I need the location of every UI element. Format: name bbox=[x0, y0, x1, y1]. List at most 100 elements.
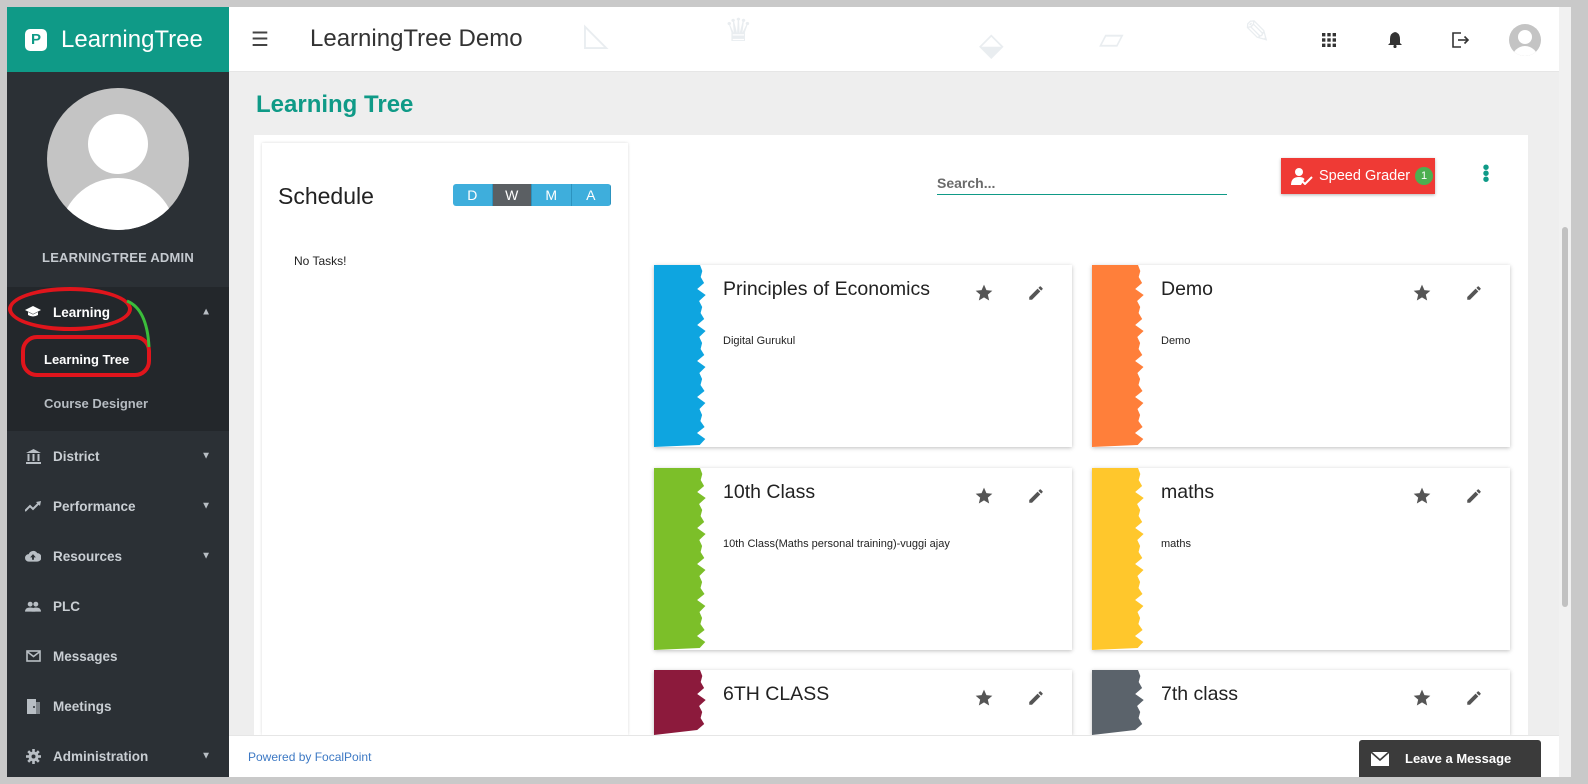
user-check-icon bbox=[1291, 168, 1313, 185]
edit-icon[interactable] bbox=[1024, 686, 1048, 710]
scrollbar-thumb[interactable] bbox=[1562, 227, 1568, 607]
course-card[interactable]: 10th Class 10th Class(Maths personal trai… bbox=[654, 468, 1072, 650]
view-day-button[interactable]: D bbox=[453, 184, 493, 206]
course-color-strip bbox=[654, 265, 708, 447]
speed-grader-count-badge: 1 bbox=[1415, 167, 1434, 185]
speed-grader-label: Speed Grader bbox=[1319, 168, 1411, 184]
more-options-icon[interactable]: • • • bbox=[1481, 158, 1491, 190]
edit-icon[interactable] bbox=[1462, 484, 1486, 508]
bell-icon[interactable] bbox=[1381, 26, 1409, 54]
sidebar-item-label: Resources bbox=[53, 548, 123, 564]
course-card[interactable]: Demo Demo bbox=[1092, 265, 1510, 447]
course-card[interactable]: 7th class bbox=[1092, 670, 1510, 735]
leave-message-button[interactable]: Leave a Message bbox=[1359, 740, 1541, 777]
sidebar-item-label: District bbox=[53, 448, 100, 464]
sidebar-item-district[interactable]: District ▼ bbox=[7, 431, 229, 481]
gear-icon bbox=[25, 748, 41, 764]
view-week-button[interactable]: W bbox=[492, 184, 532, 206]
page-title: Learning Tree bbox=[256, 91, 414, 118]
graduation-cap-decoration: ⬙ bbox=[979, 26, 1004, 62]
course-name: Demo bbox=[1161, 278, 1214, 300]
course-color-strip bbox=[1092, 670, 1146, 735]
view-month-button[interactable]: M bbox=[532, 184, 572, 206]
chevron-down-icon: ▼ bbox=[201, 500, 211, 512]
course-color-strip bbox=[654, 670, 708, 735]
edit-icon[interactable] bbox=[1462, 686, 1486, 710]
powered-by-link[interactable]: Powered by FocalPoint bbox=[248, 750, 371, 764]
no-tasks-text: No Tasks! bbox=[294, 254, 347, 268]
leave-message-label: Leave a Message bbox=[1405, 751, 1512, 766]
star-icon[interactable] bbox=[972, 484, 996, 508]
envelope-icon bbox=[25, 648, 41, 664]
course-name: Principles of Economics bbox=[723, 278, 930, 300]
sidebar-item-label: Messages bbox=[53, 648, 118, 664]
institution-icon bbox=[25, 448, 41, 464]
star-icon[interactable] bbox=[1410, 281, 1434, 305]
sidebar-item-messages[interactable]: Messages bbox=[7, 631, 229, 681]
people-icon bbox=[25, 598, 41, 614]
chevron-up-icon: ▲ bbox=[201, 306, 211, 318]
brand-name: LearningTree bbox=[61, 25, 203, 53]
schedule-title: Schedule bbox=[278, 183, 374, 209]
header-actions bbox=[1277, 7, 1541, 72]
sidebar-item-label: Meetings bbox=[53, 698, 112, 714]
course-card[interactable]: 6TH CLASS bbox=[654, 670, 1072, 735]
schedule-view-toggle: D W M A bbox=[453, 184, 611, 206]
menu-icon[interactable]: ☰ bbox=[251, 27, 275, 52]
course-name: 7th class bbox=[1161, 683, 1238, 705]
course-description: Demo bbox=[1161, 335, 1191, 347]
edit-icon[interactable] bbox=[1462, 281, 1486, 305]
apps-icon[interactable] bbox=[1315, 26, 1343, 54]
sidebar-subitem-course-designer[interactable]: Course Designer bbox=[7, 381, 229, 425]
profile: LEARNINGTREE ADMIN bbox=[7, 72, 229, 287]
star-icon[interactable] bbox=[972, 281, 996, 305]
sidebar-item-meetings[interactable]: Meetings bbox=[7, 681, 229, 731]
course-name: 6TH CLASS bbox=[723, 683, 830, 705]
sidebar-item-label: Performance bbox=[53, 498, 136, 514]
view-agenda-button[interactable]: A bbox=[571, 184, 611, 206]
annotation-oval bbox=[8, 287, 132, 331]
door-icon bbox=[25, 698, 41, 714]
speed-grader-button[interactable]: Speed Grader 1 bbox=[1281, 158, 1435, 194]
envelope-icon bbox=[1371, 751, 1389, 766]
page-scrollbar[interactable] bbox=[1559, 7, 1571, 777]
app-window: P LearningTree LEARNINGTREE ADMIN Learni… bbox=[7, 7, 1571, 777]
pencil-decoration: ✎ bbox=[1244, 14, 1271, 50]
course-card[interactable]: maths maths bbox=[1092, 468, 1510, 650]
app-title: LearningTree Demo bbox=[310, 25, 523, 52]
top-header: ◺ ♛ ⬙ ▱ ✎ ☰ LearningTree Demo bbox=[229, 7, 1571, 72]
star-icon[interactable] bbox=[1410, 484, 1434, 508]
course-description: maths bbox=[1161, 538, 1191, 550]
user-avatar[interactable] bbox=[1509, 23, 1541, 56]
profile-avatar[interactable] bbox=[47, 88, 189, 230]
ruler-decoration: ▱ bbox=[1099, 20, 1124, 56]
profile-name: LEARNINGTREE ADMIN bbox=[42, 250, 194, 265]
course-color-strip bbox=[654, 468, 708, 650]
brand-logo-icon: P bbox=[25, 28, 47, 51]
trending-up-icon bbox=[25, 498, 41, 514]
sidebar-item-resources[interactable]: Resources ▼ bbox=[7, 531, 229, 581]
course-card[interactable]: Principles of Economics Digital Gurukul bbox=[654, 265, 1072, 447]
edit-icon[interactable] bbox=[1024, 484, 1048, 508]
sidebar-item-label: PLC bbox=[53, 598, 80, 614]
trophy-decoration: ♛ bbox=[724, 12, 753, 48]
schedule-panel: Schedule D W M A No Tasks! bbox=[262, 143, 628, 735]
sidebar-item-performance[interactable]: Performance ▼ bbox=[7, 481, 229, 531]
star-icon[interactable] bbox=[1410, 686, 1434, 710]
chevron-down-icon: ▼ bbox=[201, 750, 211, 762]
sidebar-item-administration[interactable]: Administration ▼ bbox=[7, 731, 229, 777]
sidebar-item-plc[interactable]: PLC bbox=[7, 581, 229, 631]
brand[interactable]: P LearningTree bbox=[7, 7, 229, 72]
course-name: 10th Class bbox=[723, 481, 816, 503]
edit-icon[interactable] bbox=[1024, 281, 1048, 305]
course-color-strip bbox=[1092, 468, 1146, 650]
triangle-ruler-decoration: ◺ bbox=[584, 16, 609, 52]
star-icon[interactable] bbox=[972, 686, 996, 710]
chevron-down-icon: ▼ bbox=[201, 550, 211, 562]
course-description: 10th Class(Maths personal training)-vugg… bbox=[723, 538, 950, 550]
main-panel: Schedule D W M A No Tasks! Speed Grader … bbox=[254, 135, 1528, 735]
cloud-upload-icon bbox=[25, 548, 41, 564]
search-input[interactable] bbox=[937, 171, 1227, 195]
logout-icon[interactable] bbox=[1447, 26, 1475, 54]
course-name: maths bbox=[1161, 481, 1215, 503]
